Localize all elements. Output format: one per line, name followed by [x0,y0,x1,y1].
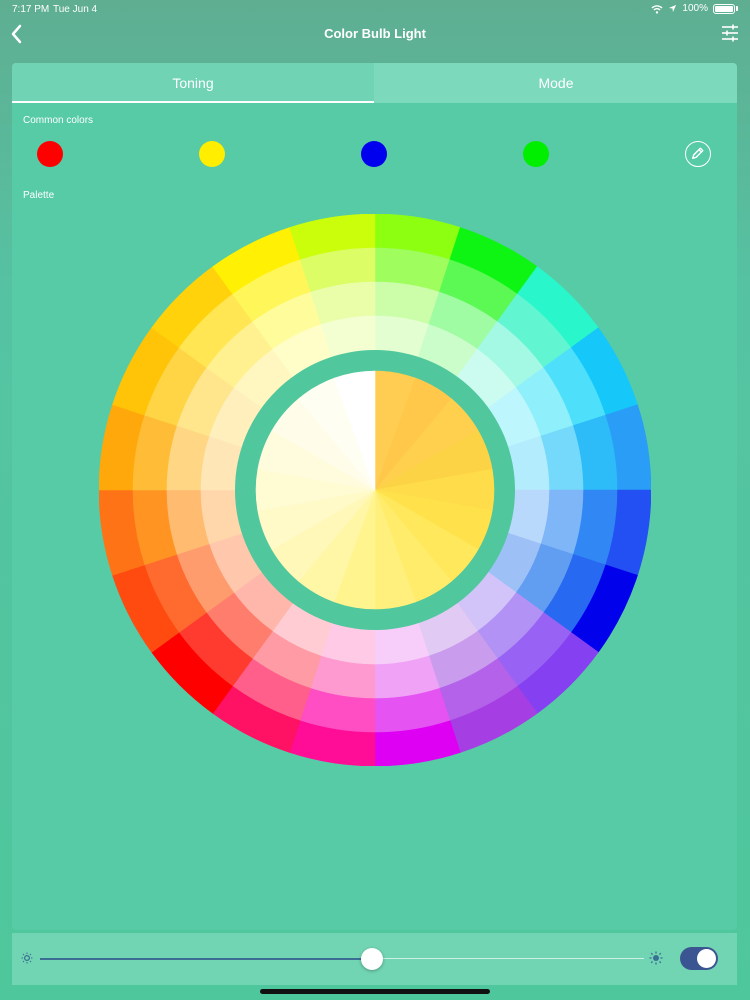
control-card: Toning Mode Common colors Palette [12,63,737,930]
common-colors-label: Common colors [23,115,94,126]
home-indicator [260,989,490,994]
tab-toning[interactable]: Toning [12,63,374,103]
pencil-icon [691,147,704,160]
settings-button[interactable] [720,23,740,43]
status-time: 7:17 PM [12,4,50,15]
wifi-icon [651,4,663,14]
swatch-blue[interactable] [361,141,387,167]
battery-percent: 100% [682,3,708,14]
sun-small-icon [21,952,33,964]
power-toggle[interactable] [680,947,718,970]
brightness-slider[interactable] [40,945,644,973]
color-wheel[interactable] [99,214,651,766]
swatch-red[interactable] [37,141,63,167]
sun-large-icon [649,951,663,965]
battery-icon [713,3,735,14]
status-bar: 7:17 PM Tue Jun 4 100% [0,0,750,18]
swatch-yellow[interactable] [199,141,225,167]
swatch-green[interactable] [523,141,549,167]
brightness-bar [12,933,737,985]
nav-bar: Color Bulb Light [0,18,750,50]
sliders-icon [722,24,738,42]
palette-label: Palette [23,190,55,201]
status-date: Tue Jun 4 [53,4,98,15]
tab-mode[interactable]: Mode [375,63,737,103]
slider-track [372,958,644,959]
toggle-knob [697,949,716,968]
battery-tip [736,6,738,11]
location-icon [669,4,677,13]
status-right: 100% [651,3,738,14]
slider-track-fill [40,958,373,960]
slider-thumb[interactable] [361,948,384,970]
page-title: Color Bulb Light [324,26,426,41]
tab-bar: Toning Mode [12,63,737,103]
edit-colors-button[interactable] [685,141,711,167]
